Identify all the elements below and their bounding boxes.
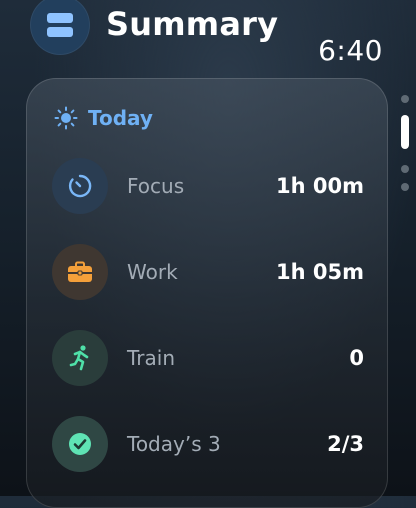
train-row[interactable]: Train 0 <box>52 330 364 386</box>
work-row[interactable]: Work 1h 05m <box>52 244 364 300</box>
running-figure-icon <box>69 345 89 371</box>
todays-three-label: Today’s 3 <box>127 432 221 456</box>
train-label: Train <box>127 346 175 370</box>
sun-icon <box>54 106 78 130</box>
focus-value: 1h 00m <box>276 174 364 198</box>
checkmark-icon <box>69 433 91 455</box>
todays-three-value: 2/3 <box>327 432 364 456</box>
scroll-dot <box>401 165 409 173</box>
focus-row[interactable]: Focus 1h 00m <box>52 158 364 214</box>
focus-label: Focus <box>127 174 185 198</box>
work-label: Work <box>127 260 178 284</box>
train-icon-circle <box>52 330 108 386</box>
work-value: 1h 05m <box>276 260 364 284</box>
summary-card[interactable]: Today Focus 1h 00m Work 1h 05m Train 0 T… <box>26 78 388 508</box>
card-header: Today <box>54 106 153 130</box>
train-value: 0 <box>349 346 364 370</box>
page-title: Summary <box>106 5 279 43</box>
scroll-thumb[interactable] <box>401 115 409 149</box>
briefcase-icon <box>68 261 92 282</box>
scroll-dot-top <box>401 95 409 103</box>
todays-three-row[interactable]: Today’s 3 2/3 <box>52 416 364 472</box>
focus-icon-circle <box>52 158 108 214</box>
todays-three-icon-circle <box>52 416 108 472</box>
timer-icon <box>68 174 92 198</box>
clock: 6:40 <box>318 34 383 67</box>
work-icon-circle <box>52 244 108 300</box>
scroll-dot-bottom <box>401 183 409 191</box>
stack-icon <box>47 13 73 37</box>
menu-button[interactable] <box>30 0 90 55</box>
scroll-indicator[interactable] <box>401 95 409 193</box>
card-title: Today <box>88 106 153 130</box>
